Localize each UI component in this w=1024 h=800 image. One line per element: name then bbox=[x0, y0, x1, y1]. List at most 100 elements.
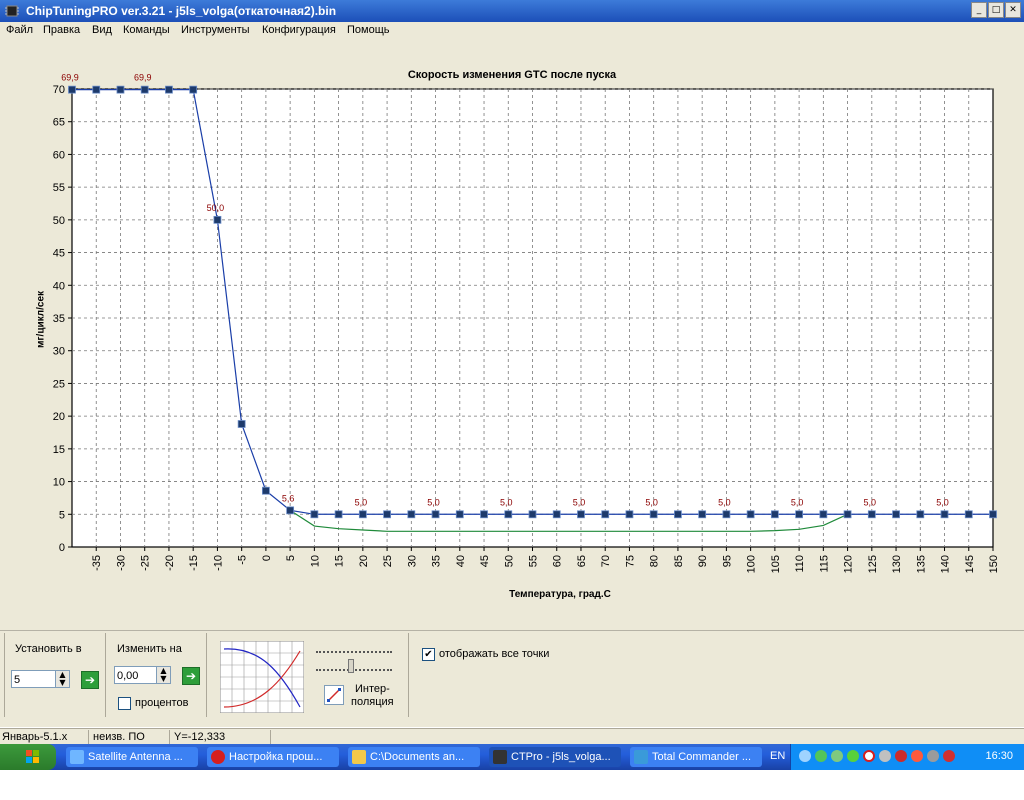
task-total-commander[interactable]: Total Commander ... bbox=[630, 747, 762, 767]
chart-plot[interactable]: 0510152025303540455055606570-35 -30 -25 -20… bbox=[0, 0, 1024, 630]
task-explorer-folder[interactable]: C:\Documents an... bbox=[348, 747, 480, 767]
x-tick-label: -20 bbox=[164, 555, 176, 571]
change-value-spinner[interactable]: ▲ ▼ bbox=[156, 666, 171, 684]
x-tick-label: 110 bbox=[794, 555, 806, 573]
series-point bbox=[286, 506, 295, 515]
data-label: 5,0 bbox=[791, 497, 804, 507]
data-label: 5,0 bbox=[500, 497, 513, 507]
interpolation-label-2: поляция bbox=[351, 696, 394, 708]
data-label: 5,0 bbox=[864, 497, 877, 507]
x-tick-label: 70 bbox=[600, 555, 612, 567]
set-group: Установить в 5 ▲ ▼ ➔ bbox=[4, 633, 106, 717]
signal-icon[interactable] bbox=[815, 750, 827, 762]
data-label: 69,9 bbox=[134, 73, 152, 83]
x-tick-label: -5 bbox=[237, 555, 249, 565]
disk-icon[interactable] bbox=[879, 750, 891, 762]
series-point bbox=[92, 85, 101, 94]
y-tick-label: 55 bbox=[53, 182, 65, 194]
series-point bbox=[261, 486, 270, 495]
status-firmware: неизв. ПО bbox=[93, 731, 145, 743]
y-tick-label: 65 bbox=[53, 117, 65, 129]
control-panel: Установить в 5 ▲ ▼ ➔ Изменить на 0,00 ▲ ▼ … bbox=[0, 630, 1024, 727]
series-point bbox=[892, 510, 900, 519]
data-label: 69,9 bbox=[61, 73, 79, 83]
x-tick-label: 85 bbox=[673, 555, 685, 567]
y-tick-label: 45 bbox=[53, 248, 65, 260]
change-value-input[interactable]: 0,00 bbox=[114, 666, 160, 684]
series-point bbox=[383, 510, 391, 519]
x-tick-label: 150 bbox=[988, 555, 1000, 573]
task-ctpro[interactable]: CTPro - j5ls_volga... bbox=[489, 747, 621, 767]
data-label: 5,0 bbox=[573, 497, 586, 507]
windows-logo-icon bbox=[26, 750, 39, 763]
change-label: Изменить на bbox=[117, 643, 182, 655]
series-point bbox=[431, 510, 440, 519]
x-tick-label: 80 bbox=[649, 555, 661, 567]
y-tick-label: 10 bbox=[53, 477, 65, 489]
antivirus-icon[interactable] bbox=[895, 750, 907, 762]
apply-change-button[interactable]: ➔ bbox=[182, 667, 200, 685]
series-point bbox=[189, 85, 198, 94]
series-point bbox=[68, 85, 76, 94]
x-tick-label: 100 bbox=[746, 555, 758, 573]
x-tick-label: 95 bbox=[721, 555, 733, 567]
slider-track-1[interactable] bbox=[316, 641, 392, 653]
slider-track-2[interactable] bbox=[316, 659, 392, 671]
interpolation-button[interactable] bbox=[324, 685, 344, 705]
x-tick-label: 10 bbox=[309, 555, 321, 567]
data-label: 5,0 bbox=[427, 497, 440, 507]
series-point bbox=[916, 510, 925, 519]
task-satellite-antenna[interactable]: Satellite Antenna ... bbox=[66, 747, 198, 767]
x-tick-label: 105 bbox=[770, 555, 782, 573]
x-tick-label: 15 bbox=[334, 555, 346, 567]
series-point bbox=[746, 510, 755, 519]
series-point bbox=[480, 510, 488, 519]
clock-tray-icon[interactable] bbox=[927, 750, 939, 762]
x-tick-label: 5 bbox=[285, 555, 297, 561]
percent-label: процентов bbox=[135, 697, 189, 709]
shield-icon[interactable] bbox=[943, 750, 955, 762]
series-point bbox=[843, 510, 852, 519]
task-label: Total Commander ... bbox=[652, 751, 752, 763]
set-value-spinner[interactable]: ▲ ▼ bbox=[55, 670, 70, 688]
series-point bbox=[165, 85, 173, 94]
download-icon[interactable] bbox=[831, 750, 843, 762]
show-all-points-checkbox[interactable]: ✔ bbox=[422, 648, 435, 661]
series-point bbox=[116, 85, 125, 94]
data-label: 5,0 bbox=[355, 497, 368, 507]
apply-set-button[interactable]: ➔ bbox=[81, 671, 99, 689]
status-divider bbox=[270, 730, 271, 744]
set-value-input[interactable]: 5 bbox=[11, 670, 57, 688]
series-point bbox=[722, 510, 731, 519]
opera-tray-icon[interactable] bbox=[863, 750, 875, 762]
x-tick-label: 145 bbox=[964, 555, 976, 573]
start-button[interactable] bbox=[0, 744, 56, 770]
y-tick-label: 0 bbox=[59, 542, 65, 554]
x-tick-label: -15 bbox=[188, 555, 200, 571]
x-tick-label: -35 bbox=[91, 555, 103, 571]
task-opera-browser[interactable]: Настройка прош... bbox=[207, 747, 339, 767]
series-point bbox=[528, 510, 537, 519]
system-tray: 16:30 bbox=[790, 744, 1024, 770]
language-indicator[interactable]: EN bbox=[770, 750, 785, 762]
x-tick-label: 90 bbox=[697, 555, 709, 567]
slider-thumb[interactable] bbox=[348, 659, 354, 673]
network-icon[interactable] bbox=[799, 750, 811, 762]
series-point bbox=[237, 420, 246, 428]
gear-green-icon[interactable] bbox=[847, 750, 859, 762]
x-tick-label: 125 bbox=[867, 555, 879, 573]
series-point bbox=[140, 85, 149, 94]
percent-checkbox[interactable] bbox=[118, 697, 131, 710]
task-label: Satellite Antenna ... bbox=[88, 751, 183, 763]
data-label: 5,0 bbox=[645, 497, 658, 507]
status-bar: Январь-5.1.x неизв. ПО Y=-12,333 bbox=[0, 728, 1024, 745]
y-tick-label: 50 bbox=[53, 215, 65, 227]
x-tick-label: -25 bbox=[140, 555, 152, 571]
x-tick-label: 135 bbox=[915, 555, 927, 573]
ring-icon[interactable] bbox=[911, 750, 923, 762]
task-label: Настройка прош... bbox=[229, 751, 323, 763]
series-point bbox=[577, 510, 585, 519]
series-point bbox=[358, 510, 367, 519]
clock: 16:30 bbox=[985, 750, 1013, 762]
series-point bbox=[940, 510, 949, 519]
